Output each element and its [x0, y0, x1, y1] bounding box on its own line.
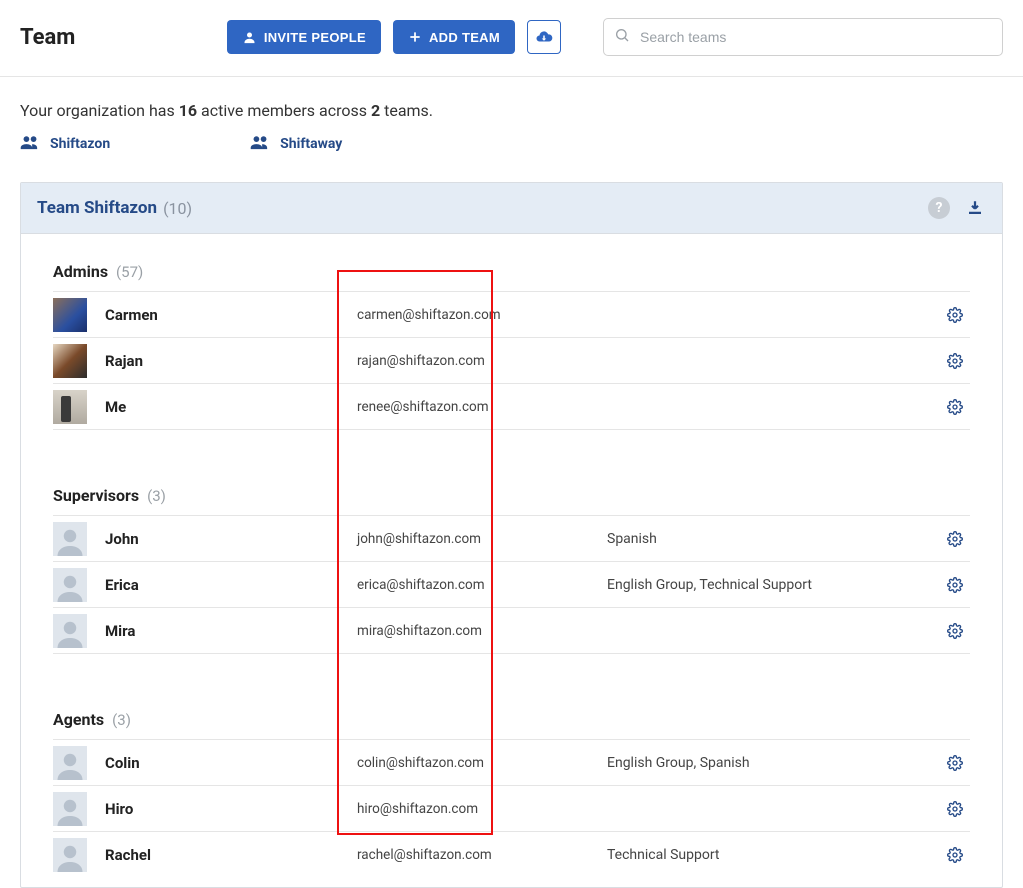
team-link-shiftaway[interactable]: Shiftaway	[250, 134, 342, 154]
people-icon	[250, 134, 270, 154]
member-name: Me	[87, 398, 357, 416]
member-email: mira@shiftazon.com	[357, 623, 607, 639]
member-name: Erica	[87, 576, 357, 594]
member-name: Rachel	[87, 846, 357, 864]
member-email: rachel@shiftazon.com	[357, 847, 607, 863]
member-tags: Spanish	[607, 531, 940, 547]
member-name: Carmen	[87, 306, 357, 324]
search-icon	[614, 27, 630, 47]
member-name: John	[87, 530, 357, 548]
member-name: Colin	[87, 754, 357, 772]
panel-body: Admins (57) Carmen carmen@shiftazon.com …	[21, 234, 1002, 887]
table-row[interactable]: Colin colin@shiftazon.com English Group,…	[53, 739, 970, 785]
add-team-button[interactable]: ADD TEAM	[393, 20, 515, 54]
summary-text: Your organization has 16 active members …	[0, 77, 1023, 130]
row-settings-button[interactable]	[940, 353, 970, 369]
people-icon	[20, 134, 40, 154]
member-email: hiro@shiftazon.com	[357, 801, 607, 817]
table-row[interactable]: Hiro hiro@shiftazon.com	[53, 785, 970, 831]
team-panel: Team Shiftazon (10) ? Admins (57) Carmen…	[20, 182, 1003, 888]
member-email: john@shiftazon.com	[357, 531, 607, 547]
team-link-shiftazon[interactable]: Shiftazon	[20, 134, 110, 154]
avatar	[53, 792, 87, 826]
help-icon[interactable]: ?	[928, 197, 950, 219]
table-row[interactable]: Rajan rajan@shiftazon.com	[53, 337, 970, 383]
top-bar: Team INVITE PEOPLE ADD TEAM	[0, 0, 1023, 77]
member-email: colin@shiftazon.com	[357, 755, 607, 771]
table-row[interactable]: Erica erica@shiftazon.com English Group,…	[53, 561, 970, 607]
table-row[interactable]: Mira mira@shiftazon.com	[53, 607, 970, 653]
row-settings-button[interactable]	[940, 801, 970, 817]
cloud-download-icon	[535, 28, 553, 46]
add-team-label: ADD TEAM	[429, 30, 500, 45]
avatar	[53, 568, 87, 602]
panel-count: (10)	[163, 199, 192, 218]
team-link-label: Shiftazon	[50, 136, 110, 152]
download-icon[interactable]	[964, 197, 986, 219]
team-link-label: Shiftaway	[280, 136, 342, 152]
row-settings-button[interactable]	[940, 399, 970, 415]
member-tags: English Group, Spanish	[607, 755, 940, 771]
row-settings-button[interactable]	[940, 531, 970, 547]
page-title: Team	[20, 25, 75, 50]
member-name: Mira	[87, 622, 357, 640]
table-row[interactable]: Rachel rachel@shiftazon.com Technical Su…	[53, 831, 970, 877]
panel-header: Team Shiftazon (10) ?	[21, 183, 1002, 234]
avatar	[53, 390, 87, 424]
panel-title: Team Shiftazon	[37, 198, 157, 218]
member-email: erica@shiftazon.com	[357, 577, 607, 593]
member-tags: Technical Support	[607, 847, 940, 863]
member-tags: English Group, Technical Support	[607, 577, 940, 593]
row-settings-button[interactable]	[940, 577, 970, 593]
avatar	[53, 522, 87, 556]
member-email: renee@shiftazon.com	[357, 399, 607, 415]
search-box	[603, 18, 1003, 56]
person-icon	[242, 30, 257, 45]
avatar	[53, 614, 87, 648]
avatar	[53, 344, 87, 378]
group-title-supervisors: Supervisors (3)	[53, 486, 970, 505]
member-name: Rajan	[87, 352, 357, 370]
cloud-download-button[interactable]	[527, 20, 561, 54]
table-row[interactable]: Me renee@shiftazon.com	[53, 383, 970, 429]
row-settings-button[interactable]	[940, 847, 970, 863]
member-name: Hiro	[87, 800, 357, 818]
search-input[interactable]	[603, 18, 1003, 56]
group-title-admins: Admins (57)	[53, 262, 970, 281]
avatar	[53, 838, 87, 872]
row-settings-button[interactable]	[940, 755, 970, 771]
invite-people-label: INVITE PEOPLE	[264, 30, 366, 45]
table-row[interactable]: John john@shiftazon.com Spanish	[53, 515, 970, 561]
row-settings-button[interactable]	[940, 307, 970, 323]
avatar	[53, 746, 87, 780]
plus-icon	[408, 30, 422, 44]
table-row[interactable]: Carmen carmen@shiftazon.com	[53, 291, 970, 337]
team-links: Shiftazon Shiftaway	[0, 130, 1023, 182]
member-email: rajan@shiftazon.com	[357, 353, 607, 369]
member-email: carmen@shiftazon.com	[357, 307, 607, 323]
avatar	[53, 298, 87, 332]
group-title-agents: Agents (3)	[53, 710, 970, 729]
row-settings-button[interactable]	[940, 623, 970, 639]
invite-people-button[interactable]: INVITE PEOPLE	[227, 20, 381, 54]
